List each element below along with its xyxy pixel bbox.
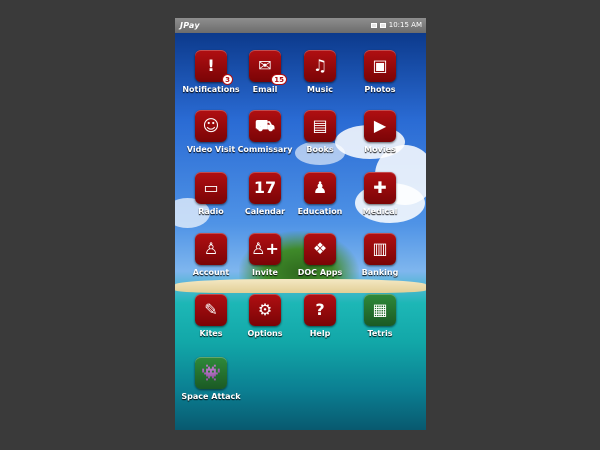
radio-icon[interactable]: ▭: [195, 172, 227, 204]
tetris-blocks-icon-glyph: ▦: [372, 300, 388, 319]
app-label: Invite: [252, 268, 278, 277]
bank-icon-glyph: ▥: [372, 239, 388, 258]
question-mark-icon-glyph: ?: [315, 300, 325, 319]
battery-icon: [379, 23, 386, 28]
envelope-icon-glyph: ✉: [258, 56, 272, 75]
app-label: Video Visit: [186, 145, 236, 154]
user-icon-glyph: ♙: [203, 239, 219, 258]
app-books[interactable]: ▤ Books: [289, 110, 351, 168]
question-mark-icon[interactable]: ?: [304, 294, 336, 326]
app-invite[interactable]: ♙+ Invite: [234, 233, 296, 291]
app-label: Medical: [362, 207, 398, 216]
gears-icon[interactable]: ⚙: [249, 294, 281, 326]
app-label: DOC Apps: [297, 268, 343, 277]
music-note-icon-glyph: ♫: [312, 56, 328, 75]
video-visit-icon[interactable]: ☺: [195, 110, 227, 142]
app-kites[interactable]: ✎ Kites: [180, 294, 242, 352]
kite-icon-glyph: ✎: [204, 300, 218, 319]
tetris-blocks-icon[interactable]: ▦: [364, 294, 396, 326]
app-radio[interactable]: ▭ Radio: [180, 172, 242, 230]
jpay-logo: JPay: [180, 21, 200, 30]
app-account[interactable]: ♙ Account: [180, 233, 242, 291]
app-music[interactable]: ♫ Music: [289, 50, 351, 108]
app-movies[interactable]: ▶ Movies: [349, 110, 411, 168]
bank-icon[interactable]: ▥: [364, 233, 396, 265]
medical-cross-icon[interactable]: ✚: [364, 172, 396, 204]
app-label: Calendar: [244, 207, 286, 216]
app-label: Books: [306, 145, 334, 154]
music-note-icon[interactable]: ♫: [304, 50, 336, 82]
calendar-icon-glyph: 17: [253, 178, 277, 197]
status-icons: 10:15 AM: [370, 18, 422, 33]
tablet-screen: JPay 10:15 AM ! 3 Notifications ✉ 15 Email ♫ Mu…: [175, 18, 426, 430]
notification-count-badge: 15: [271, 74, 287, 85]
envelope-icon[interactable]: ✉ 15: [249, 50, 287, 85]
gears-icon-glyph: ⚙: [257, 300, 273, 319]
app-options[interactable]: ⚙ Options: [234, 294, 296, 352]
status-bar: JPay 10:15 AM: [175, 18, 426, 33]
medical-cross-icon-glyph: ✚: [373, 178, 387, 197]
app-label: Account: [192, 268, 230, 277]
app-calendar[interactable]: 17 Calendar: [234, 172, 296, 230]
app-label: Notifications: [182, 85, 240, 94]
picture-icon[interactable]: ▣: [364, 50, 396, 82]
app-label: Photos: [364, 85, 396, 94]
exclamation-icon[interactable]: ! 3: [195, 50, 233, 85]
app-label: Movies: [364, 145, 396, 154]
app-space-attack[interactable]: 👾 Space Attack: [180, 357, 242, 415]
space-invader-icon-glyph: 👾: [201, 363, 221, 382]
picture-icon-glyph: ▣: [372, 56, 388, 75]
video-camera-icon-glyph: ▶: [373, 116, 387, 135]
shopping-cart-icon[interactable]: ⛟: [249, 110, 281, 142]
graduate-icon[interactable]: ♟: [304, 172, 336, 204]
app-label: Tetris: [367, 329, 393, 338]
book-icon[interactable]: ▤: [304, 110, 336, 142]
video-visit-icon-glyph: ☺: [202, 116, 220, 135]
kite-icon[interactable]: ✎: [195, 294, 227, 326]
app-label: Banking: [361, 268, 399, 277]
app-label: Space Attack: [181, 392, 241, 401]
doc-apps-icon-glyph: ❖: [312, 239, 328, 258]
doc-apps-icon[interactable]: ❖: [304, 233, 336, 265]
app-label: Radio: [198, 207, 224, 216]
clock: 10:15 AM: [388, 21, 422, 29]
add-user-icon[interactable]: ♙+: [249, 233, 281, 265]
app-doc-apps[interactable]: ❖ DOC Apps: [289, 233, 351, 291]
app-label: Music: [307, 85, 333, 94]
exclamation-icon-glyph: !: [207, 56, 215, 75]
app-label: Kites: [199, 329, 223, 338]
app-label: Education: [297, 207, 343, 216]
shopping-cart-icon-glyph: ⛟: [254, 116, 276, 135]
app-banking[interactable]: ▥ Banking: [349, 233, 411, 291]
notification-count-badge: 3: [222, 74, 233, 85]
video-camera-icon[interactable]: ▶: [364, 110, 396, 142]
space-invader-icon[interactable]: 👾: [195, 357, 227, 389]
app-tetris[interactable]: ▦ Tetris: [349, 294, 411, 352]
radio-icon-glyph: ▭: [203, 178, 219, 197]
app-education[interactable]: ♟ Education: [289, 172, 351, 230]
calendar-icon[interactable]: 17: [249, 172, 281, 204]
book-icon-glyph: ▤: [312, 116, 328, 135]
add-user-icon-glyph: ♙+: [251, 239, 279, 258]
app-label: Help: [309, 329, 331, 338]
app-help[interactable]: ? Help: [289, 294, 351, 352]
app-commissary[interactable]: ⛟ Commissary: [234, 110, 296, 168]
app-label: Commissary: [237, 145, 293, 154]
app-label: Options: [247, 329, 283, 338]
app-medical[interactable]: ✚ Medical: [349, 172, 411, 230]
app-video-visit[interactable]: ☺ Video Visit: [180, 110, 242, 168]
graduate-icon-glyph: ♟: [312, 178, 328, 197]
app-photos[interactable]: ▣ Photos: [349, 50, 411, 108]
app-notifications[interactable]: ! 3 Notifications: [180, 50, 242, 108]
app-label: Email: [252, 85, 278, 94]
app-email[interactable]: ✉ 15 Email: [234, 50, 296, 108]
sim-card-icon: [370, 23, 377, 28]
user-icon[interactable]: ♙: [195, 233, 227, 265]
